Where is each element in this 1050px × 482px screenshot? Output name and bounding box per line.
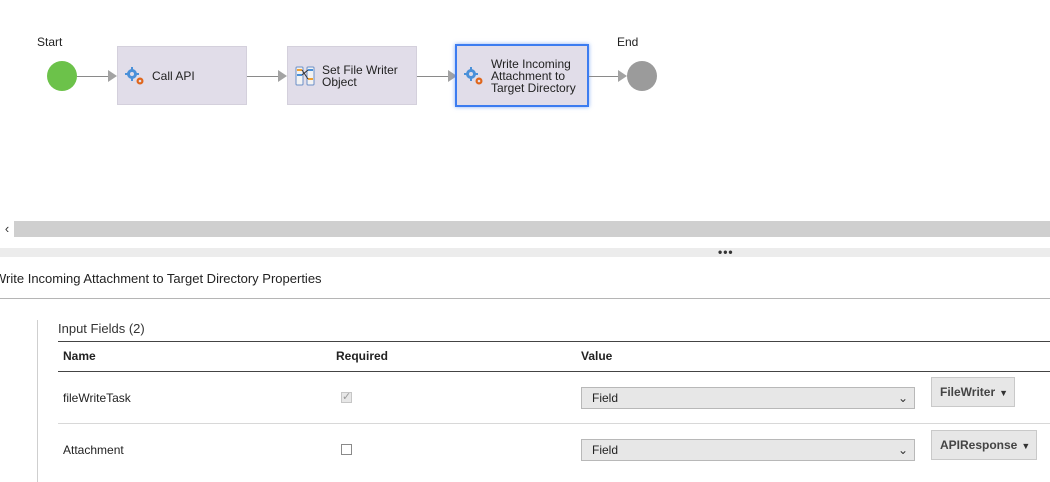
connector-line: [247, 76, 279, 77]
connector-line: [589, 76, 619, 77]
flow-canvas: Start Call API Set File Writer Object Wr…: [0, 0, 1050, 220]
arrow-icon: [278, 70, 287, 82]
horizontal-scrollbar[interactable]: [0, 221, 1050, 237]
column-header-required: Required: [336, 349, 389, 363]
arrow-icon: [108, 70, 117, 82]
field-picker-label: FileWriter: [940, 385, 996, 399]
step-label: Write Incoming Attachment to Target Dire…: [491, 56, 576, 95]
field-picker-button[interactable]: APIResponse ▼: [931, 430, 1038, 460]
divider: [58, 341, 1050, 342]
chevron-down-icon: ⌄: [897, 391, 908, 405]
divider: [58, 371, 1050, 372]
step-label: Set File Writer Object: [322, 62, 398, 89]
divider: [58, 423, 1050, 424]
field-picker-label: APIResponse: [940, 438, 1018, 452]
properties-title: Write Incoming Attachment to Target Dire…: [0, 271, 322, 286]
value-type-select[interactable]: Field ⌄: [581, 387, 915, 409]
step-set-file-writer[interactable]: Set File Writer Object: [287, 46, 417, 105]
caret-down-icon: ▼: [1021, 441, 1031, 451]
gears-icon: [464, 66, 483, 84]
column-header-name: Name: [63, 349, 96, 363]
start-node[interactable]: [47, 61, 77, 91]
field-name: fileWriteTask: [63, 391, 131, 405]
end-node[interactable]: [627, 61, 657, 91]
value-type-text: Field: [592, 443, 619, 457]
required-checkbox[interactable]: [341, 444, 352, 455]
caret-down-icon: ▼: [999, 388, 1009, 398]
gears-icon: [125, 66, 144, 84]
required-checkbox: [341, 390, 352, 403]
end-label: End: [617, 35, 639, 49]
step-label: Call API: [152, 68, 195, 83]
scroll-left-icon[interactable]: ‹: [0, 221, 14, 237]
input-fields-title: Input Fields (2): [58, 321, 145, 336]
connector-line: [417, 76, 449, 77]
field-name: Attachment: [63, 443, 124, 457]
connector-line: [77, 76, 109, 77]
field-picker-button[interactable]: FileWriter ▼: [931, 377, 1016, 407]
step-call-api[interactable]: Call API: [117, 46, 247, 105]
divider: [37, 320, 38, 482]
step-write-attachment[interactable]: Write Incoming Attachment to Target Dire…: [455, 44, 589, 107]
start-label: Start: [37, 35, 63, 49]
arrow-icon: [618, 70, 627, 82]
column-header-value: Value: [581, 349, 613, 363]
splitter-handle-icon[interactable]: •••: [718, 246, 734, 258]
divider: [0, 298, 1050, 299]
assignment-icon: [295, 66, 315, 85]
value-type-text: Field: [592, 391, 619, 405]
panel-splitter[interactable]: [0, 248, 1050, 257]
value-type-select[interactable]: Field ⌄: [581, 439, 915, 461]
chevron-down-icon: ⌄: [897, 443, 908, 457]
